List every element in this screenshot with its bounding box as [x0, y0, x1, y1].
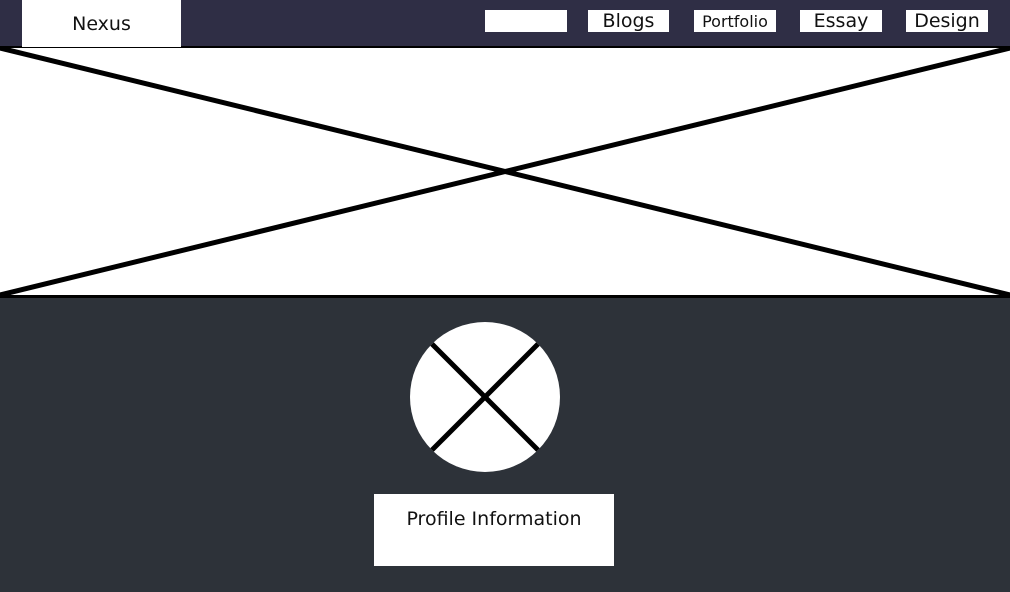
- profile-information-box: Profile Information: [374, 494, 614, 566]
- hero-image-placeholder: [0, 48, 1010, 298]
- nav-item-blank[interactable]: [485, 10, 567, 32]
- nav-item-essay[interactable]: Essay: [800, 10, 882, 32]
- nav-item-portfolio[interactable]: Portfolio: [694, 10, 776, 32]
- profile-avatar[interactable]: [410, 322, 560, 472]
- profile-information-label: Profile Information: [406, 508, 582, 530]
- image-placeholder-icon: [0, 48, 1010, 295]
- nav-item-blogs[interactable]: Blogs: [588, 10, 669, 32]
- top-navigation-bar: Nexus Blogs Portfolio Essay Design: [0, 0, 1010, 48]
- site-logo[interactable]: Nexus: [22, 0, 181, 47]
- avatar-placeholder-icon: [429, 341, 541, 453]
- nav-item-design[interactable]: Design: [906, 10, 988, 32]
